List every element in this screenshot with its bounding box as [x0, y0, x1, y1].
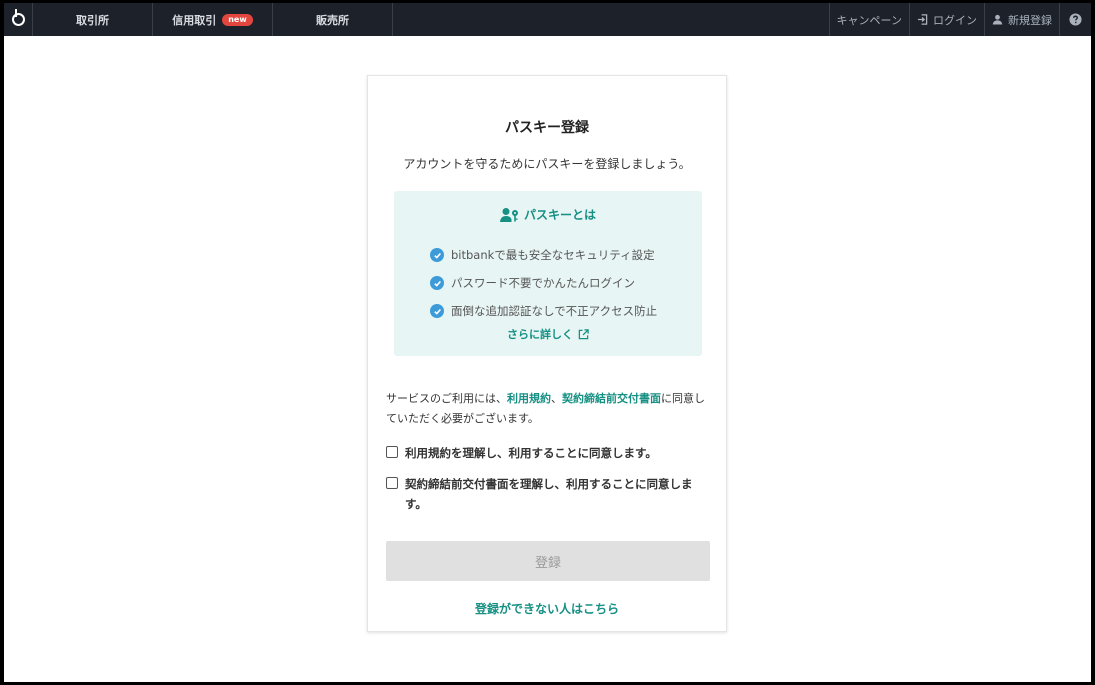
signup-label: 新規登録 — [1008, 13, 1052, 27]
benefit-text: パスワード不要でかんたんログイン — [451, 276, 635, 290]
benefit-item: パスワード不要でかんたんログイン — [430, 269, 657, 297]
new-badge: new — [222, 13, 253, 26]
agree-terms-row[interactable]: 利用規約を理解し、利用することに同意します。 — [386, 443, 710, 463]
terms-notice: サービスのご利用には、利用規約、契約締結前交付書面に同意していただく必要がござい… — [386, 389, 710, 429]
browser-viewport: 取引所 信用取引 new 販売所 キャンペーン ログイン 新規登録 パスキー登録… — [4, 3, 1091, 682]
info-heading-label: パスキーとは — [523, 208, 596, 222]
top-nav: 取引所 信用取引 new 販売所 キャンペーン ログイン 新規登録 — [4, 3, 1091, 36]
benefit-list: bitbankで最も安全なセキュリティ設定 パスワード不要でかんたんログイン 面… — [430, 241, 657, 325]
login-label: ログイン — [933, 13, 977, 27]
check-icon — [430, 248, 444, 262]
logo-icon — [11, 9, 25, 26]
benefit-text: bitbankで最も安全なセキュリティ設定 — [451, 248, 655, 262]
pre-contract-document-link[interactable]: 契約締結前交付書面 — [562, 392, 661, 405]
learn-more-link[interactable]: さらに詳しく — [394, 326, 702, 342]
login-link[interactable]: ログイン — [909, 3, 984, 36]
agree-document-label[interactable]: 契約締結前交付書面を理解し、利用することに同意します。 — [405, 474, 710, 514]
check-icon — [430, 304, 444, 318]
agree-terms-label[interactable]: 利用規約を理解し、利用することに同意します。 — [405, 443, 657, 463]
agree-document-checkbox[interactable] — [386, 477, 398, 489]
register-button[interactable]: 登録 — [386, 541, 710, 581]
campaign-label: キャンペーン — [836, 13, 902, 27]
check-icon — [430, 276, 444, 290]
terms-separator: 、 — [551, 392, 562, 405]
campaign-link[interactable]: キャンペーン — [828, 3, 909, 36]
tab-exchange[interactable]: 取引所 — [33, 3, 153, 36]
terms-prefix: サービスのご利用には、 — [386, 392, 507, 405]
page-title: パスキー登録 — [505, 120, 589, 136]
user-key-icon — [499, 207, 518, 222]
help-icon — [1069, 13, 1082, 26]
external-link-icon — [578, 328, 589, 339]
agree-document-row[interactable]: 契約締結前交付書面を理解し、利用することに同意します。 — [386, 474, 710, 514]
tab-broker[interactable]: 販売所 — [273, 3, 393, 36]
user-icon — [992, 14, 1003, 25]
learn-more-label: さらに詳しく — [507, 328, 573, 341]
terms-of-use-link[interactable]: 利用規約 — [507, 392, 551, 405]
page-subtitle: アカウントを守るためにパスキーを登録しましょう。 — [403, 157, 691, 171]
tab-margin[interactable]: 信用取引 new — [153, 3, 273, 36]
bitbank-logo[interactable] — [4, 3, 33, 36]
tab-exchange-label: 取引所 — [76, 13, 109, 27]
passkey-info-box: パスキーとは bitbankで最も安全なセキュリティ設定 パスワード不要でかんた… — [394, 191, 702, 356]
benefit-text: 面倒な追加認証なしで不正アクセス防止 — [451, 304, 658, 318]
agree-terms-checkbox[interactable] — [386, 446, 398, 458]
cannot-register-link[interactable]: 登録ができない人はこちら — [368, 600, 726, 617]
help-button[interactable] — [1059, 3, 1091, 36]
benefit-item: bitbankで最も安全なセキュリティ設定 — [430, 241, 657, 269]
tab-broker-label: 販売所 — [316, 13, 349, 27]
signup-link[interactable]: 新規登録 — [984, 3, 1059, 36]
login-icon — [917, 14, 928, 25]
tab-margin-label: 信用取引 — [172, 13, 217, 27]
info-heading: パスキーとは — [394, 206, 702, 223]
benefit-item: 面倒な追加認証なしで不正アクセス防止 — [430, 297, 657, 325]
passkey-card: パスキー登録 アカウントを守るためにパスキーを登録しましょう。 パスキーとは b… — [367, 75, 727, 632]
